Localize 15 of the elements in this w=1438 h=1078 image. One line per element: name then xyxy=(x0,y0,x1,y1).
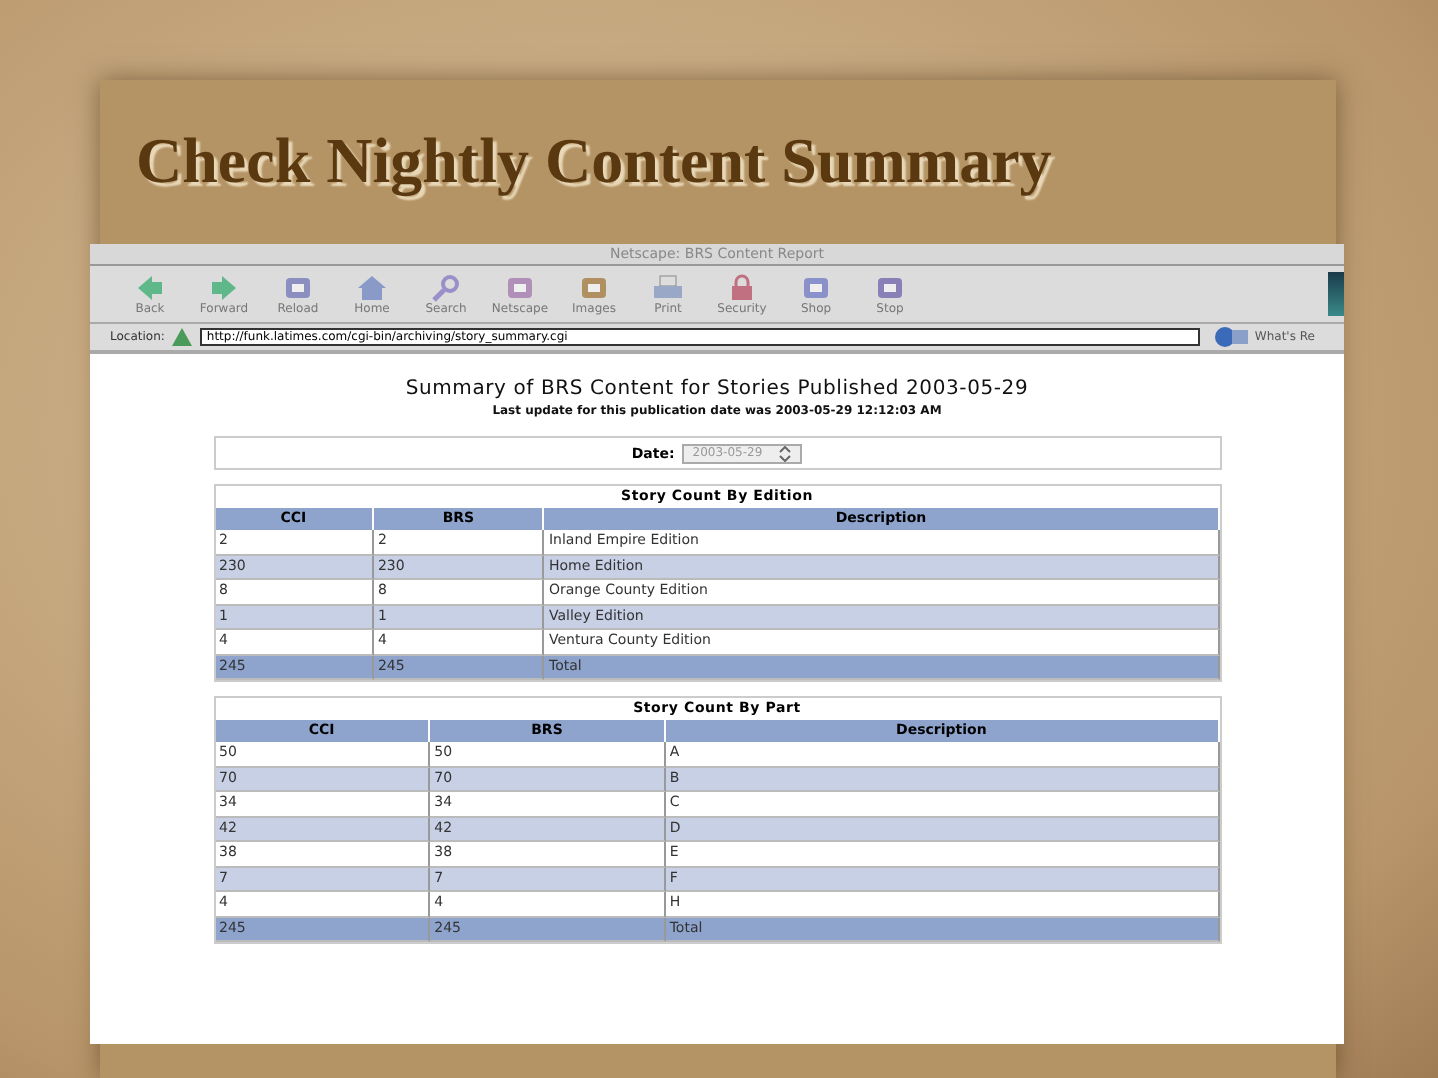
search-icon xyxy=(430,273,462,301)
printer-icon xyxy=(652,273,684,301)
browser-logo-icon xyxy=(1328,272,1344,316)
padlock-icon xyxy=(726,273,758,301)
arrow-icon xyxy=(208,273,240,301)
toolbar-icon xyxy=(504,273,536,301)
page-title: Summary of BRS Content for Stories Published 2003-05-29 xyxy=(405,378,1029,400)
toolbar-icon xyxy=(282,273,314,301)
spinner-icon xyxy=(778,445,793,461)
toolbar-icon xyxy=(800,273,832,301)
toolbar-icon xyxy=(874,273,906,301)
toolbar-icon xyxy=(578,273,610,301)
slide-title: Check Nightly Content Summary xyxy=(136,122,1054,201)
house-icon xyxy=(356,273,388,301)
arrow-icon xyxy=(134,273,166,301)
